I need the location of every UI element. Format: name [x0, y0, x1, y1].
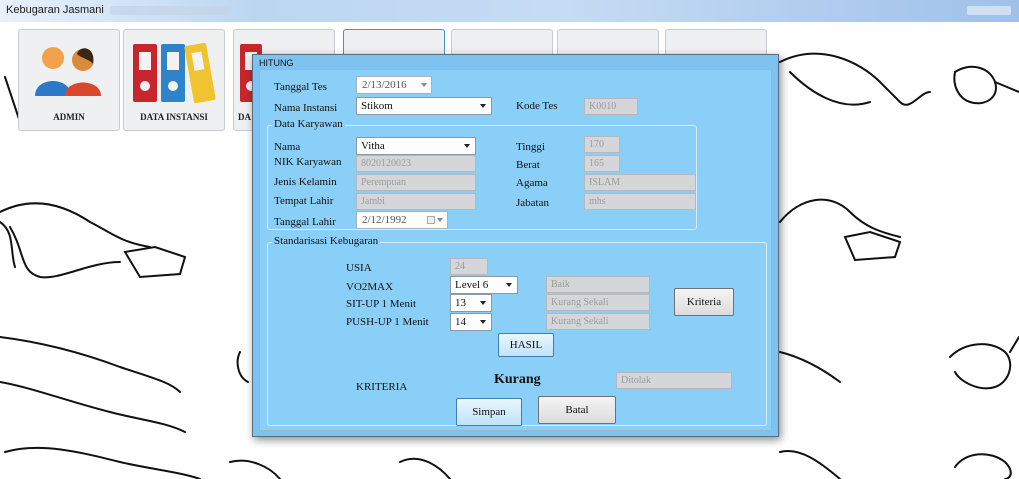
binders-icon	[133, 42, 216, 104]
tanggal-tes-picker[interactable]: 2/13/2016	[356, 76, 432, 94]
agama-label: Agama	[516, 177, 548, 189]
tanggal-tes-value: 2/13/2016	[362, 79, 407, 91]
nik-label: NIK Karyawan	[274, 156, 342, 168]
chevron-down-icon	[464, 144, 470, 148]
admin-tile[interactable]: ADMIN	[18, 29, 120, 131]
agama-field[interactable]: ISLAM	[584, 174, 696, 191]
berat-label: Berat	[516, 159, 540, 171]
tanggal-tes-label: Tanggal Tes	[274, 81, 327, 93]
status-field[interactable]: Ditolak	[616, 372, 732, 389]
jabatan-label: Jabatan	[516, 197, 549, 209]
pushup-result-field[interactable]: Kurang Sekali	[546, 313, 650, 330]
nama-instansi-value: Stikom	[361, 100, 393, 112]
tanggal-lahir-value: 2/12/1992	[362, 214, 407, 226]
berat-field[interactable]: 165	[584, 155, 620, 172]
dialog-body: Tanggal Tes 2/13/2016 Nama Instansi Stik…	[259, 69, 772, 431]
data-karyawan-title: Data Karyawan	[272, 118, 345, 130]
simpan-button[interactable]: Simpan	[456, 398, 522, 426]
pushup-label: PUSH-UP 1 Menit	[346, 316, 429, 328]
users-icon	[35, 47, 101, 96]
vo2max-result-field[interactable]: Baik	[546, 276, 650, 293]
data-instansi-tile[interactable]: DATA INSTANSI	[123, 29, 225, 131]
window-controls[interactable]	[967, 6, 1011, 15]
hasil-button[interactable]: HASIL	[498, 333, 554, 357]
vo2max-value: Level 6	[455, 279, 489, 291]
jenis-kelamin-field[interactable]: Perempuan	[356, 174, 476, 191]
hitung-dialog: HITUNG Tanggal Tes 2/13/2016 Nama Instan…	[252, 54, 779, 437]
nik-field[interactable]: 8020120023	[356, 155, 476, 172]
kriteria-button[interactable]: Kriteria	[674, 288, 734, 316]
situp-result-field[interactable]: Kurang Sekali	[546, 294, 650, 311]
titlebar-blurred-text	[110, 6, 230, 15]
nama-value: Vitha	[361, 140, 385, 152]
situp-value: 13	[455, 297, 466, 309]
dialog-title: HITUNG	[259, 58, 294, 68]
chevron-down-icon	[480, 320, 486, 324]
usia-label: USIA	[346, 262, 372, 274]
tempat-lahir-field[interactable]: Jambi	[356, 193, 476, 210]
pushup-value: 14	[455, 316, 466, 328]
jabatan-field[interactable]: mhs	[584, 193, 696, 210]
kriteria-value: Kurang	[494, 372, 541, 387]
usia-field[interactable]: 24	[450, 258, 488, 275]
window-titlebar: Kebugaran Jasmani	[0, 0, 1019, 22]
vo2max-label: VO2MAX	[346, 281, 394, 293]
window-title: Kebugaran Jasmani	[6, 4, 104, 16]
situp-select[interactable]: 13	[450, 294, 492, 312]
nama-instansi-label: Nama Instansi	[274, 102, 338, 114]
tempat-lahir-label: Tempat Lahir	[274, 195, 334, 207]
chevron-down-icon	[480, 104, 486, 108]
nama-select[interactable]: Vitha	[356, 137, 476, 155]
kriteria-label: KRITERIA	[356, 381, 408, 393]
standarisasi-title: Standarisasi Kebugaran	[272, 235, 381, 247]
chevron-down-icon	[437, 218, 443, 222]
tinggi-label: Tinggi	[516, 141, 545, 153]
tinggi-field[interactable]: 170	[584, 136, 620, 153]
jenis-kelamin-label: Jenis Kelamin	[274, 176, 337, 188]
pushup-select[interactable]: 14	[450, 313, 492, 331]
tanggal-lahir-picker[interactable]: 2/12/1992	[356, 211, 448, 229]
chevron-down-icon	[480, 301, 486, 305]
kode-tes-label: Kode Tes	[516, 100, 558, 112]
tanggal-lahir-label: Tanggal Lahir	[274, 216, 336, 228]
nama-label: Nama	[274, 141, 301, 153]
calendar-icon	[427, 216, 435, 224]
data-instansi-tile-label: DATA INSTANSI	[140, 112, 208, 122]
chevron-down-icon	[506, 283, 512, 287]
data-tile-label: DA	[238, 112, 251, 122]
nama-instansi-select[interactable]: Stikom	[356, 97, 492, 115]
kode-tes-field[interactable]: K0010	[584, 98, 638, 115]
situp-label: SIT-UP 1 Menit	[346, 298, 417, 310]
vo2max-select[interactable]: Level 6	[450, 276, 518, 294]
chevron-down-icon	[421, 83, 427, 87]
admin-tile-label: ADMIN	[53, 112, 85, 122]
batal-button[interactable]: Batal	[538, 396, 616, 424]
